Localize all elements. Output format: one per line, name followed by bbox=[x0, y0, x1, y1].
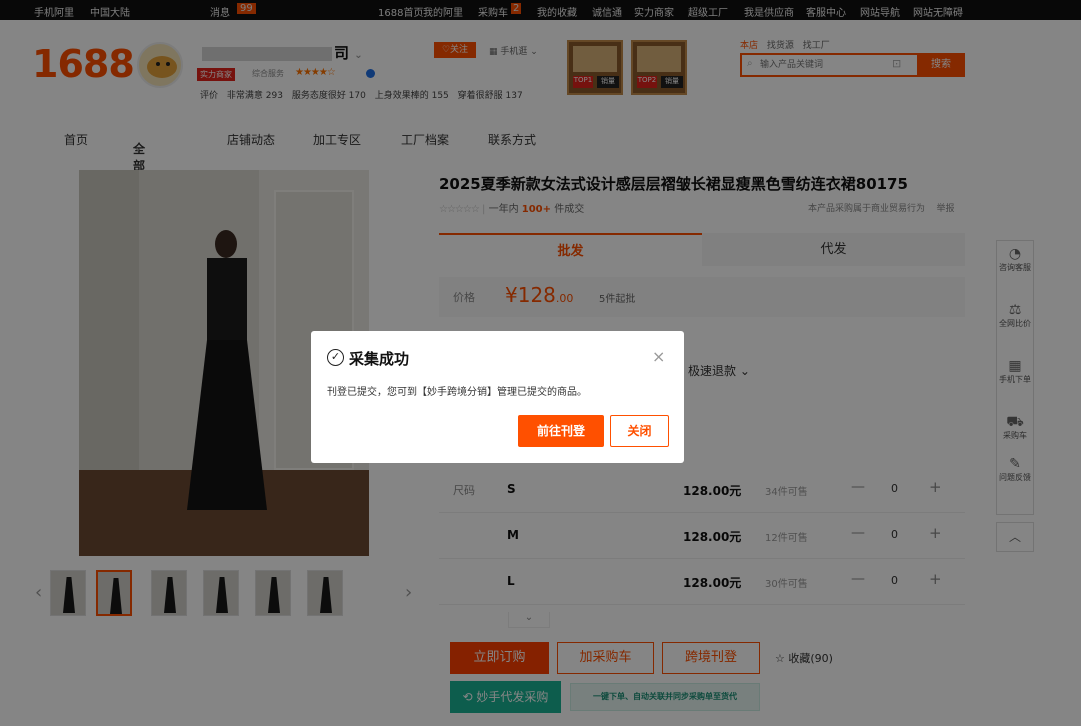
success-check-icon: ✓ bbox=[327, 349, 344, 366]
collect-success-dialog: ✓ 采集成功 × 刊登已提交，您可到【妙手跨境分销】管理已提交的商品。 前往刊登… bbox=[311, 331, 684, 463]
dialog-close-button[interactable]: 关闭 bbox=[610, 415, 669, 447]
close-icon[interactable]: × bbox=[652, 347, 665, 366]
dialog-title: 采集成功 bbox=[349, 348, 409, 369]
go-to-listing-button[interactable]: 前往刊登 bbox=[518, 415, 604, 447]
dialog-message: 刊登已提交，您可到【妙手跨境分销】管理已提交的商品。 bbox=[327, 383, 587, 398]
